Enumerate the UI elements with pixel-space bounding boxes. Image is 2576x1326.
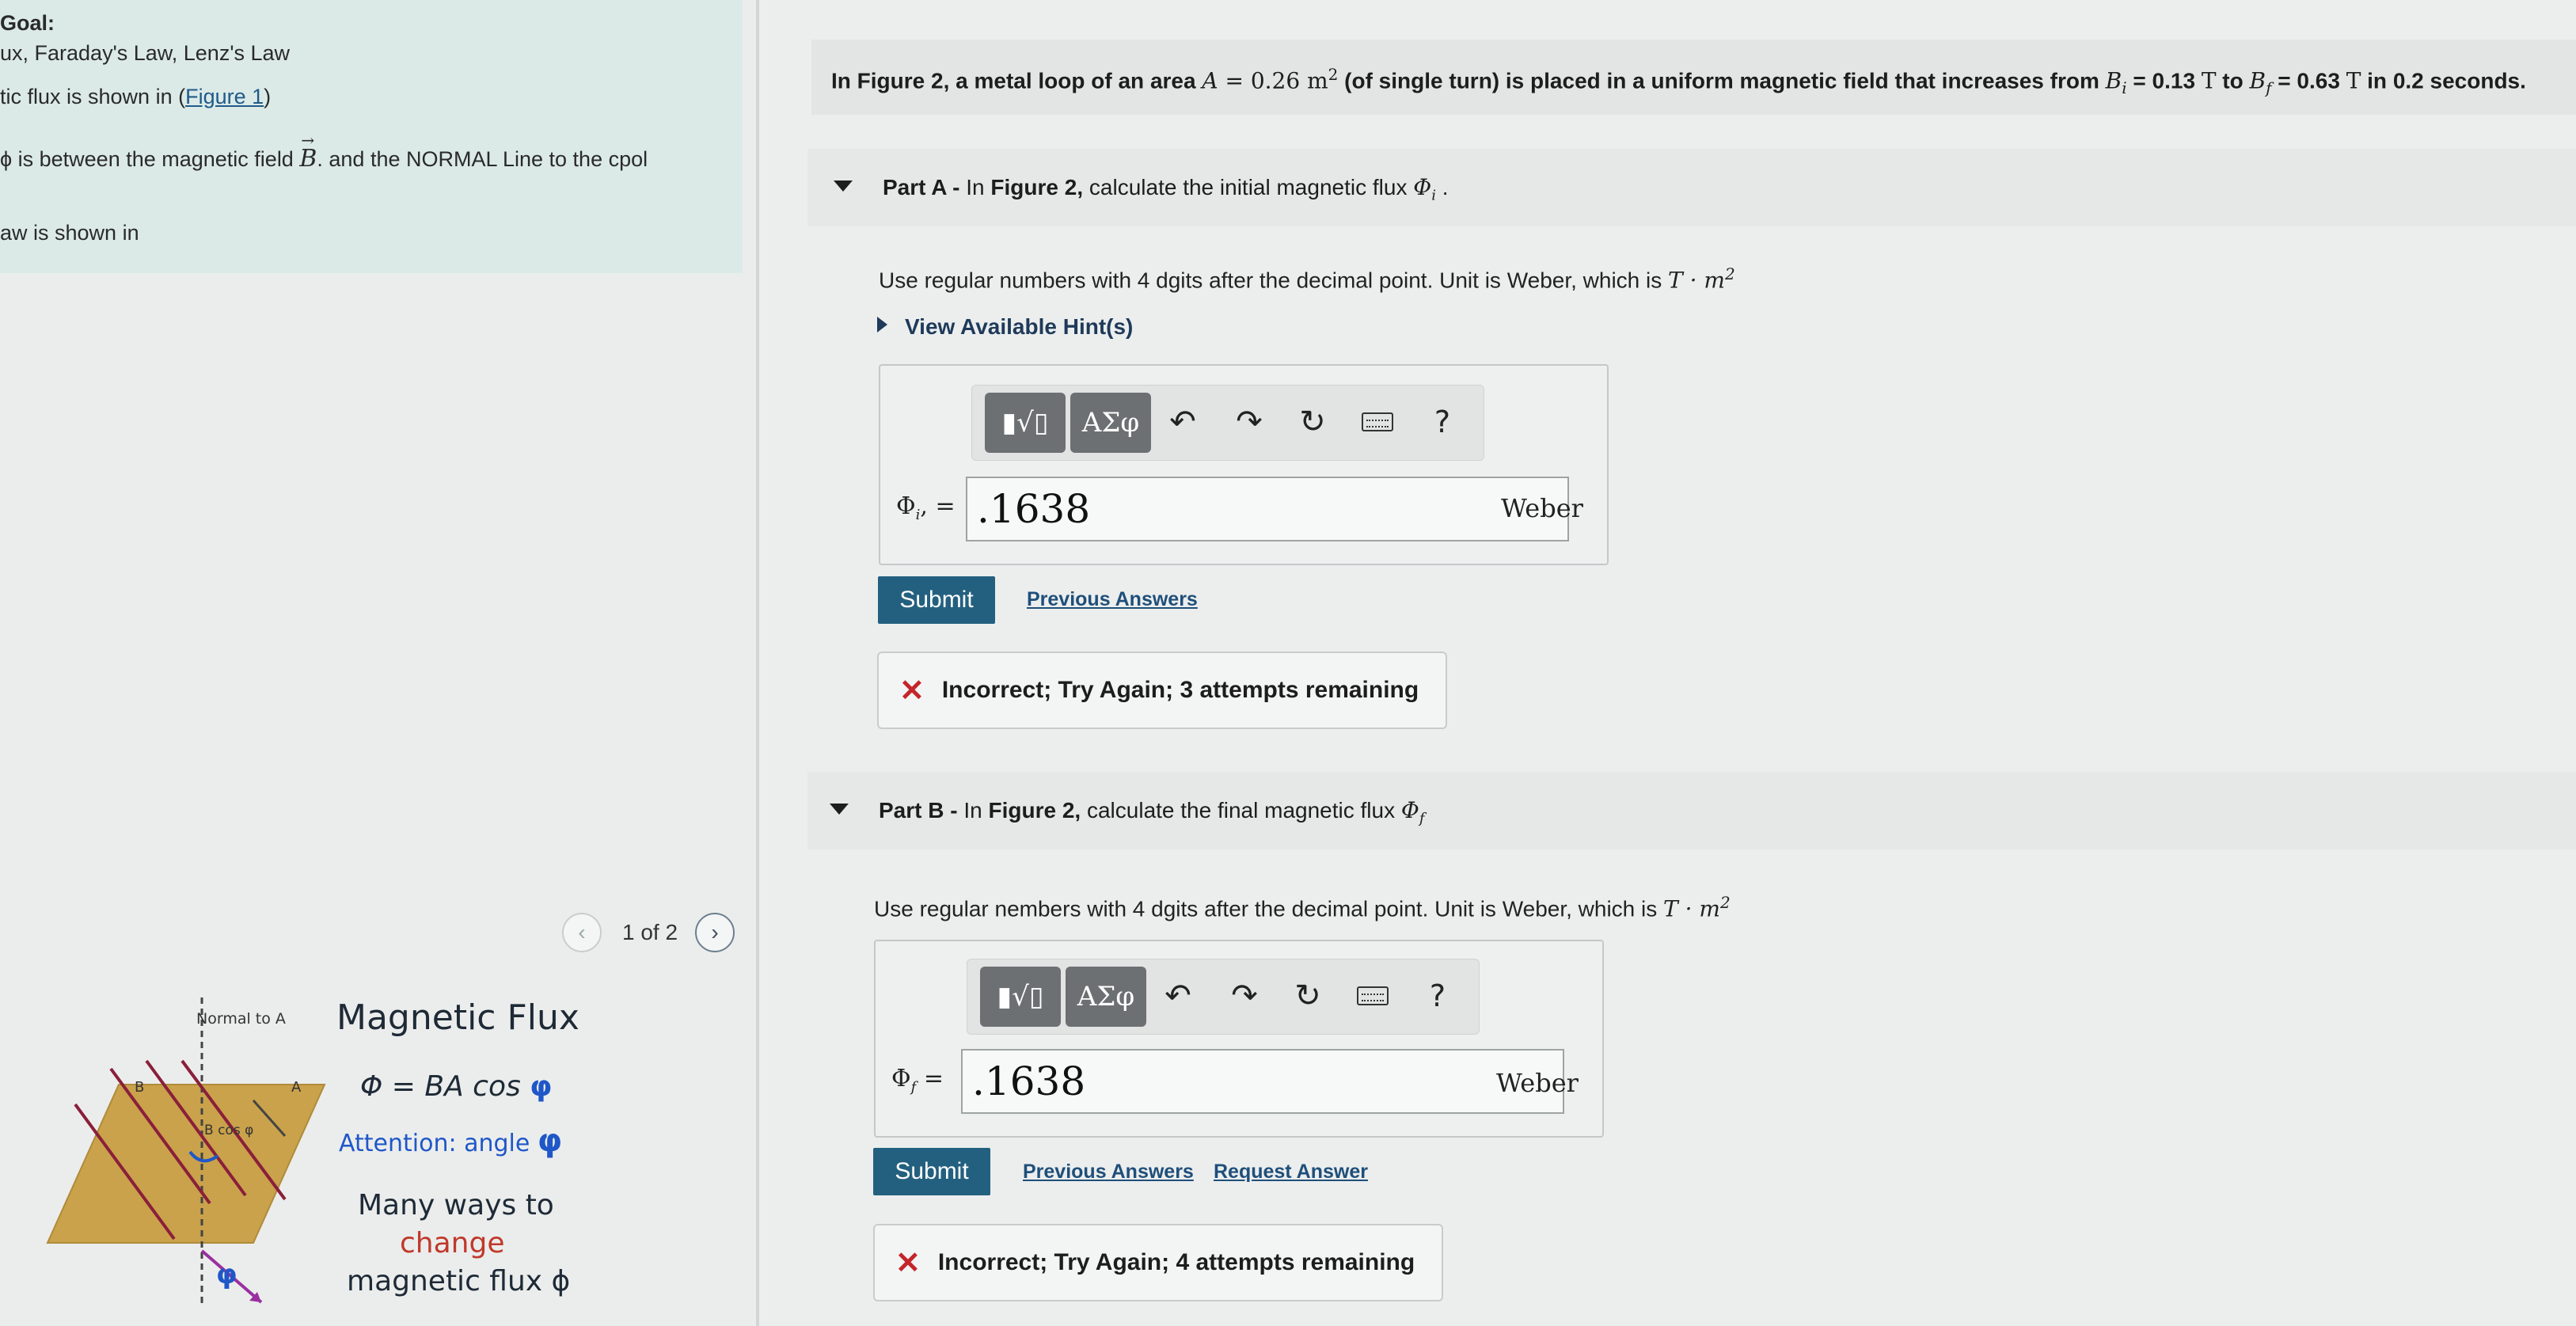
help-button[interactable]: ? xyxy=(1419,977,1457,1015)
keyboard-icon[interactable] xyxy=(1358,403,1396,441)
incorrect-x-icon: ✕ xyxy=(899,674,925,708)
goal-line-3: ϕ is between the magnetic field → B. and … xyxy=(0,131,648,173)
part-b-instructions: Use regular nembers with 4 dgits after t… xyxy=(874,893,1731,922)
reset-icon[interactable]: ↻ xyxy=(1294,403,1332,441)
incorrect-x-icon: ✕ xyxy=(895,1246,921,1280)
part-b-feedback: ✕ Incorrect; Try Again; 4 attempts remai… xyxy=(873,1224,1443,1301)
part-a-feedback-text: Incorrect; Try Again; 3 attempts remaini… xyxy=(941,677,1419,703)
b-label: B xyxy=(135,1079,145,1096)
part-a-unit: Weber xyxy=(1501,493,1583,523)
part-a-instructions: Use regular numbers with 4 dgits after t… xyxy=(879,264,1735,294)
part-a-feedback: ✕ Incorrect; Try Again; 3 attempts remai… xyxy=(877,652,1447,729)
many-ways-line-3: magnetic flux ϕ xyxy=(347,1265,571,1298)
magnetic-flux-figure: Normal to A B A B cos φ φ Magnetic Flux … xyxy=(0,974,756,1326)
request-answer-link[interactable]: Request Answer xyxy=(1214,1161,1368,1184)
attention-note: Attention: angle φ xyxy=(339,1123,563,1159)
keyboard-icon[interactable] xyxy=(1354,977,1392,1015)
pager-label: 1 of 2 xyxy=(622,920,678,944)
part-b-header[interactable]: Part B - In Figure 2, calculate the fina… xyxy=(807,772,2576,849)
many-ways-line-2: change xyxy=(400,1227,505,1260)
hint-expand-icon[interactable] xyxy=(877,317,887,332)
part-b-answer-box: ▮√▯ ΑΣφ ↶ ↷ ↻ ? Φf = .1638 Weber xyxy=(874,940,1604,1138)
math-toolbar: ▮√▯ ΑΣφ ↶ ↷ ↻ ? xyxy=(967,959,1480,1035)
chevron-right-icon: › xyxy=(711,920,719,944)
greek-symbols-button[interactable]: ΑΣφ xyxy=(1070,393,1151,453)
many-ways-line-1: Many ways to xyxy=(358,1189,554,1222)
goal-line-4: aw is shown in xyxy=(0,221,139,245)
flux-formula: Φ = BA cos φ xyxy=(360,1070,553,1103)
part-a-previous-answers-link[interactable]: Previous Answers xyxy=(1027,588,1198,611)
b-cos-label: B cos φ xyxy=(204,1123,254,1138)
figure-title: Magnetic Flux xyxy=(336,997,579,1038)
reset-icon[interactable]: ↻ xyxy=(1289,977,1327,1015)
templates-button[interactable]: ▮√▯ xyxy=(980,967,1061,1027)
part-a-submit-button[interactable]: Submit xyxy=(878,576,995,624)
goal-line-1: ux, Faraday's Law, Lenz's Law xyxy=(0,41,291,65)
column-divider xyxy=(756,0,759,1326)
pager-next-button[interactable]: › xyxy=(695,913,735,952)
help-button[interactable]: ? xyxy=(1423,403,1461,441)
part-b-title: Part B - In Figure 2, calculate the fina… xyxy=(879,797,1425,827)
collapse-triangle-icon[interactable] xyxy=(830,804,849,815)
goal-panel: Goal: ux, Faraday's Law, Lenz's Law tic … xyxy=(0,0,743,273)
undo-icon[interactable]: ↶ xyxy=(1159,977,1197,1015)
part-b-previous-answers-link[interactable]: Previous Answers xyxy=(1023,1161,1194,1184)
chevron-left-icon: ‹ xyxy=(578,920,586,944)
goal-line-2: tic flux is shown in (Figure 1) xyxy=(0,85,272,108)
view-hints-link[interactable]: View Available Hint(s) xyxy=(905,314,1133,340)
math-toolbar: ▮√▯ ΑΣφ ↶ ↷ ↻ ? xyxy=(971,385,1484,461)
pager-prev-button[interactable]: ‹ xyxy=(562,913,602,952)
part-b-feedback-text: Incorrect; Try Again; 4 attempts remaini… xyxy=(937,1249,1415,1275)
undo-icon[interactable]: ↶ xyxy=(1164,403,1202,441)
figure-1-link[interactable]: Figure 1 xyxy=(185,85,264,108)
part-b-field-label: Φf = xyxy=(891,1065,944,1096)
redo-icon[interactable]: ↷ xyxy=(1230,403,1268,441)
part-a-answer-input[interactable]: .1638 xyxy=(966,477,1569,541)
collapse-triangle-icon[interactable] xyxy=(834,180,853,192)
part-a-field-label: Φi, = xyxy=(896,492,956,523)
part-a-answer-box: ▮√▯ ΑΣφ ↶ ↷ ↻ ? Φi, = .1638 Weber xyxy=(879,364,1609,565)
part-b-submit-button[interactable]: Submit xyxy=(873,1148,990,1195)
part-a-title: Part A - In Figure 2, calculate the init… xyxy=(883,174,1449,204)
part-a-header[interactable]: Part A - In Figure 2, calculate the init… xyxy=(807,149,2576,226)
part-b-answer-input[interactable]: .1638 xyxy=(961,1049,1564,1114)
normal-to-a-label: Normal to A xyxy=(196,1010,286,1028)
goal-heading: Goal: xyxy=(0,11,55,35)
redo-icon[interactable]: ↷ xyxy=(1225,977,1263,1015)
greek-symbols-button[interactable]: ΑΣφ xyxy=(1066,967,1146,1027)
part-b-unit: Weber xyxy=(1496,1068,1579,1098)
phi-angle-label: φ xyxy=(216,1259,237,1290)
a-label: A xyxy=(291,1079,302,1096)
question-text: In Figure 2, a metal loop of an area A =… xyxy=(831,65,2526,97)
templates-button[interactable]: ▮√▯ xyxy=(985,393,1066,453)
